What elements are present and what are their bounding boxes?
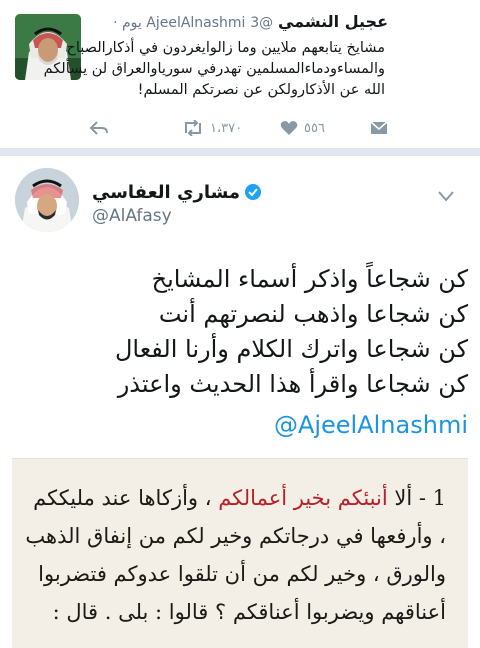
book-line: أعناقهم ويضربوا أعناقكم ؟ قالوا : بلى . … bbox=[52, 600, 446, 624]
avatar[interactable] bbox=[15, 168, 79, 232]
tweet-text-line: كن شجاعا واذهب لنصرتهم أنت bbox=[158, 300, 468, 328]
tweet-actions: ١،٣٧٠ ٥٥٦ bbox=[0, 116, 480, 140]
author-name[interactable]: مشاري العفاسي bbox=[92, 182, 240, 203]
reply-tweet-text: مشايخ يتابعهم ملايين وما زالوايغردون في … bbox=[15, 38, 385, 101]
envelope-icon bbox=[370, 121, 388, 134]
retweet-icon bbox=[185, 120, 201, 136]
message-button[interactable] bbox=[370, 116, 388, 140]
heart-icon bbox=[280, 121, 298, 135]
book-line-highlight: أنبئكم بخير أعمالكم bbox=[218, 486, 388, 510]
tweet-text-line: كن شجاعا واترك الكلام وأرنا الفعال bbox=[114, 335, 468, 363]
tweet-text-line: كن شجاعاً واذكر أسماء المشايخ bbox=[151, 265, 468, 293]
verified-badge-icon bbox=[245, 184, 262, 200]
attached-image[interactable]: 1 - ألا أنبئكم بخير أعمالكم ، وأزكاها عن… bbox=[12, 458, 468, 648]
book-line: ، وأرفعها في درجاتكم وخير لكم من إنفاق ا… bbox=[25, 524, 446, 548]
like-button[interactable]: ٥٥٦ bbox=[280, 116, 325, 140]
author-name-row: مشاري العفاسي bbox=[92, 180, 262, 204]
mention-link[interactable]: @AjeelAlnashmi bbox=[274, 411, 468, 439]
author-handle[interactable]: @AlAfasy bbox=[92, 206, 172, 226]
tweet-text-line: كن شجاعا واقرأ هذا الحديث واعتذر bbox=[117, 370, 468, 398]
tweet-text-line: والمساءودماءالمسلمين تهدرفي سورياوالعراق… bbox=[43, 61, 385, 77]
book-line-text: 1 - ألا bbox=[387, 486, 446, 510]
reply-button[interactable] bbox=[90, 116, 108, 140]
author-name[interactable]: عجيل النشمي bbox=[278, 12, 388, 31]
like-count: ٥٥٦ bbox=[304, 120, 325, 136]
book-text: 1 - ألا أنبئكم بخير أعمالكم ، وأزكاها عن… bbox=[25, 479, 446, 631]
retweet-count: ١،٣٧٠ bbox=[210, 120, 243, 136]
book-line: 1 - ألا أنبئكم بخير أعمالكم ، وأزكاها عن… bbox=[26, 479, 446, 517]
reply-tweet[interactable]: عجيل النشمي @AjeelAlnashmi 3 يوم · مشايخ… bbox=[0, 0, 480, 148]
tweet-text-line: مشايخ يتابعهم ملايين وما زالوايغردون في … bbox=[66, 40, 385, 56]
main-tweet-text: كن شجاعاً واذكر أسماء المشايخ كن شجاعا و… bbox=[90, 262, 468, 402]
book-line-text: ، وأزكاها عند مليككم bbox=[33, 486, 219, 510]
reply-icon bbox=[90, 121, 108, 135]
tweet-text-line: الله عن الأذكارولكن عن نصرتكم المسلم! bbox=[137, 82, 385, 98]
book-line: والورق ، وخير لكم من أن تلقوا عدوكم فتضر… bbox=[38, 562, 446, 586]
tweet-separator bbox=[0, 148, 480, 156]
reply-tweet-header: عجيل النشمي @AjeelAlnashmi 3 يوم · bbox=[48, 12, 388, 34]
chevron-down-icon[interactable] bbox=[438, 190, 454, 202]
retweet-button[interactable]: ١،٣٧٠ bbox=[182, 116, 242, 140]
